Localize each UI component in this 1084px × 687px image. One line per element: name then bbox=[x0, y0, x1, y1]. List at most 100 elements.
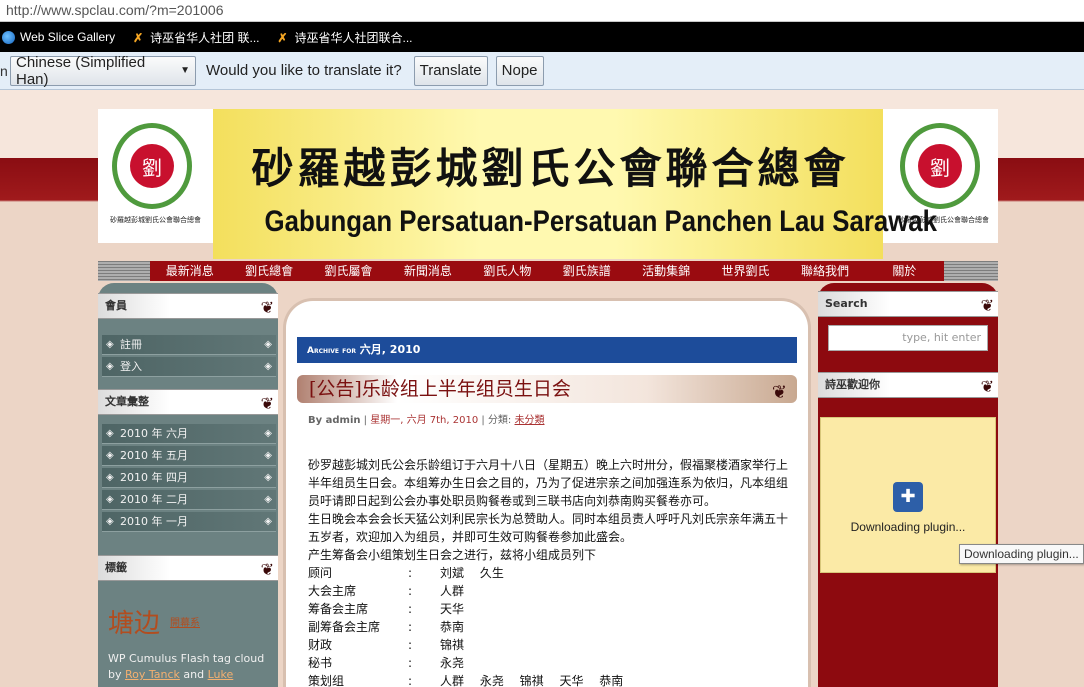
language-select[interactable]: Chinese (Simplified Han) ▼ bbox=[10, 53, 196, 88]
favorite-web-slice-gallery[interactable]: Web Slice Gallery bbox=[2, 30, 115, 44]
committee-names: 恭南 bbox=[440, 620, 465, 634]
committee-row: 副筹备会主席: 恭南 bbox=[308, 618, 793, 636]
main-content: Archive for 六月, 2010 [公告]乐龄组上半年组员生日会 ❦ By… bbox=[283, 298, 811, 687]
sidebar-item-label: 2010 年 二月 bbox=[120, 493, 188, 506]
post-category-link[interactable]: 未分類 bbox=[515, 415, 545, 426]
diamond-bullet-icon: ◈ bbox=[106, 428, 114, 439]
site-title-chinese: 砂羅越彭城劉氏公會聯合總會 bbox=[251, 144, 850, 193]
flourish-icon: ❦ bbox=[260, 560, 274, 579]
nav-item[interactable]: 最新消息 bbox=[150, 261, 229, 281]
committee-row: 秘书: 永尧 bbox=[308, 654, 793, 672]
archive-item-2010-04[interactable]: ◈ 2010 年 四月 ◈ bbox=[102, 468, 276, 488]
tag-link-small[interactable]: 開幕系 bbox=[170, 614, 200, 629]
members-section-title: 會員 ❦ bbox=[98, 293, 278, 319]
committee-role: 顾问 bbox=[308, 566, 333, 580]
committee-role: 副筹备会主席 bbox=[308, 620, 381, 634]
section-title-text: 文章彙整 bbox=[105, 395, 149, 408]
diamond-bullet-icon: ◈ bbox=[264, 339, 272, 350]
diamond-bullet-icon: ◈ bbox=[106, 339, 114, 350]
diamond-bullet-icon: ◈ bbox=[264, 494, 272, 505]
post-title[interactable]: [公告]乐龄组上半年组员生日会 ❦ bbox=[297, 375, 797, 403]
diamond-bullet-icon: ◈ bbox=[106, 516, 114, 527]
diamond-bullet-icon: ◈ bbox=[264, 472, 272, 483]
favorite-sibu-association-2[interactable]: ✗ 诗巫省华人社团联合... bbox=[276, 29, 413, 46]
translate-button[interactable]: Translate bbox=[413, 55, 488, 86]
committee-names: 人群 永尧 锦祺 天华 恭南 bbox=[440, 674, 624, 687]
favorites-bar: Web Slice Gallery ✗ 诗巫省华人社团 联... ✗ 诗巫省华人… bbox=[0, 22, 1084, 52]
diamond-bullet-icon: ◈ bbox=[264, 450, 272, 461]
translate-message: Would you like to translate it? bbox=[206, 62, 402, 79]
nav-item[interactable]: 世界劉氏 bbox=[706, 261, 785, 281]
favorite-label: 诗巫省华人社团联合... bbox=[294, 30, 413, 45]
sidebar-item-login[interactable]: ◈ 登入 ◈ bbox=[102, 357, 276, 377]
flourish-icon: ❦ bbox=[260, 394, 274, 413]
archive-item-2010-02[interactable]: ◈ 2010 年 二月 ◈ bbox=[102, 490, 276, 510]
committee-colon: : bbox=[408, 584, 413, 598]
post-meta: By admin | 星期一, 六月 7th, 2010 | 分類: 未分類 bbox=[308, 415, 545, 426]
nav-item[interactable]: 劉氏族譜 bbox=[547, 261, 626, 281]
flourish-icon: ❦ bbox=[980, 296, 994, 315]
translate-bar-edge-text: n bbox=[0, 62, 8, 79]
diamond-bullet-icon: ◈ bbox=[106, 361, 114, 372]
plugin-status-text: Downloading plugin... bbox=[850, 520, 966, 534]
language-select-value: Chinese (Simplified Han) bbox=[16, 53, 146, 88]
main-nav: 最新消息 劉氏總會 劉氏屬會 新聞消息 劉氏人物 劉氏族譜 活動集錦 世界劉氏 … bbox=[150, 261, 944, 281]
nope-button[interactable]: Nope bbox=[495, 55, 544, 86]
committee-colon: : bbox=[408, 566, 413, 580]
post-body: 砂罗越彭城刘氏公会乐龄组订于六月十八日（星期五）晚上六时卅分，假福聚楼酒家举行上… bbox=[308, 456, 793, 687]
post-paragraph: 生日晚会本会会长天猛公刘利民宗长为总赞助人。同时本组员责人呼吁凡刘氏宗亲年满五十… bbox=[308, 512, 789, 544]
favorite-label: Web Slice Gallery bbox=[20, 30, 116, 44]
post-date-link[interactable]: 星期一, 六月 7th, 2010 bbox=[370, 415, 478, 426]
favorite-label: 诗巫省华人社团 联... bbox=[150, 30, 260, 45]
favorite-sibu-association-1[interactable]: ✗ 诗巫省华人社团 联... bbox=[131, 29, 259, 46]
nav-item[interactable]: 聯絡我們 bbox=[785, 261, 864, 281]
committee-row: 财政: 锦祺 bbox=[308, 636, 793, 654]
nav-item[interactable]: 新聞消息 bbox=[388, 261, 467, 281]
archive-item-2010-01[interactable]: ◈ 2010 年 一月 ◈ bbox=[102, 512, 276, 532]
section-title-text: 會員 bbox=[105, 299, 127, 312]
seal-icon: 劉 bbox=[918, 144, 962, 188]
diamond-bullet-icon: ◈ bbox=[264, 516, 272, 527]
archive-item-2010-05[interactable]: ◈ 2010 年 五月 ◈ bbox=[102, 446, 276, 466]
archive-item-2010-06[interactable]: ◈ 2010 年 六月 ◈ bbox=[102, 424, 276, 444]
nav-item[interactable]: 劉氏總會 bbox=[229, 261, 308, 281]
translate-bar: n Chinese (Simplified Han) ▼ Would you l… bbox=[0, 52, 1084, 90]
committee-names: 永尧 bbox=[440, 656, 465, 670]
diamond-bullet-icon: ◈ bbox=[264, 428, 272, 439]
search-input[interactable]: type, hit enter bbox=[828, 325, 988, 351]
archive-month: 六月, 2010 bbox=[359, 343, 421, 356]
address-bar[interactable]: http://www.spclau.com/?m=201006 bbox=[0, 0, 1084, 22]
cumulus-credit-and: and bbox=[183, 668, 205, 681]
sidebar-item-label: 2010 年 四月 bbox=[120, 471, 188, 484]
diamond-bullet-icon: ◈ bbox=[106, 472, 114, 483]
wreath-icon: 劉 bbox=[112, 123, 192, 209]
committee-role: 财政 bbox=[308, 638, 333, 652]
archive-heading: Archive for 六月, 2010 bbox=[297, 337, 797, 363]
diamond-bullet-icon: ◈ bbox=[106, 494, 114, 505]
tag-link-large[interactable]: 塘边 bbox=[108, 603, 160, 640]
post-paragraph: 产生筹备会小组策划生日会之进行，兹将小组成员列下 bbox=[308, 548, 597, 562]
committee-row: 策划组: 人群 永尧 锦祺 天华 恭南 bbox=[308, 672, 793, 687]
committee-names: 人群 bbox=[440, 584, 465, 598]
site-title-english: Gabungan Persatuan-Persatuan Panchen Lau… bbox=[264, 205, 938, 238]
nav-item[interactable]: 劉氏屬會 bbox=[309, 261, 388, 281]
flourish-icon: ❦ bbox=[260, 298, 274, 317]
association-emblem-left: 劉 砂羅越彭城劉氏公會聯合總會 bbox=[110, 123, 201, 243]
committee-colon: : bbox=[408, 674, 413, 687]
nav-item[interactable]: 活動集錦 bbox=[626, 261, 705, 281]
search-section-title: Search ❦ bbox=[818, 291, 998, 317]
section-title-text: 標籤 bbox=[105, 561, 127, 574]
site-header: 劉 砂羅越彭城劉氏公會聯合總會 劉 砂羅越彭城劉氏公會聯合總會 砂羅越彭城劉氏公… bbox=[98, 109, 998, 259]
sidebar-item-label: 登入 bbox=[120, 360, 142, 373]
main-nav-bar: 最新消息 劉氏總會 劉氏屬會 新聞消息 劉氏人物 劉氏族譜 活動集錦 世界劉氏 … bbox=[98, 261, 998, 281]
credit-link-luke[interactable]: Luke bbox=[208, 668, 234, 681]
nav-item[interactable]: 劉氏人物 bbox=[468, 261, 547, 281]
sidebar-item-register[interactable]: ◈ 註冊 ◈ bbox=[102, 335, 276, 355]
credit-link-roy-tanck[interactable]: Roy Tanck bbox=[125, 668, 180, 681]
committee-role: 筹备会主席 bbox=[308, 602, 369, 616]
committee-colon: : bbox=[408, 638, 413, 652]
post-author: By admin bbox=[308, 415, 361, 426]
committee-role: 秘书 bbox=[308, 656, 333, 670]
nav-item[interactable]: 關於 bbox=[865, 261, 944, 281]
committee-names: 刘斌 久生 bbox=[440, 566, 504, 580]
